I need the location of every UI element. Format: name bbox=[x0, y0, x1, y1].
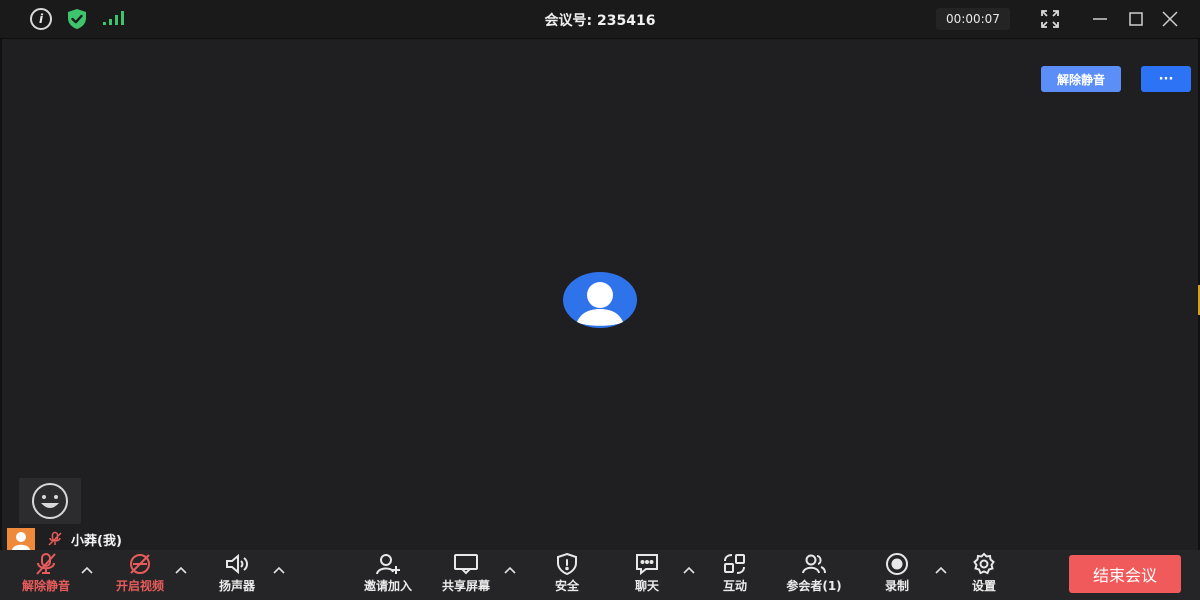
video-off-icon bbox=[130, 554, 150, 574]
fullscreen-icon[interactable] bbox=[1040, 9, 1060, 29]
more-options-button[interactable]: ··· bbox=[1141, 66, 1191, 92]
title-bar: i 会议号: 235416 00:00:07 bbox=[0, 0, 1200, 39]
participant-avatar-icon bbox=[563, 272, 637, 328]
security-icon bbox=[557, 552, 577, 576]
record-options-caret-icon[interactable] bbox=[934, 564, 948, 578]
interact-button[interactable]: 互动 bbox=[700, 552, 770, 598]
participants-label: 参会者(1) bbox=[786, 579, 842, 593]
mic-off-icon bbox=[36, 553, 56, 575]
mic-muted-icon bbox=[48, 531, 62, 546]
close-icon[interactable] bbox=[1160, 9, 1180, 29]
reaction-button[interactable] bbox=[19, 478, 81, 524]
speaker-icon bbox=[226, 553, 248, 575]
security-label: 安全 bbox=[554, 579, 579, 593]
unmute-button[interactable]: 解除静音 bbox=[11, 552, 81, 598]
minimize-icon[interactable] bbox=[1090, 9, 1110, 29]
record-button[interactable]: 录制 bbox=[862, 552, 932, 598]
chat-icon bbox=[636, 554, 658, 576]
meeting-timer: 00:00:07 bbox=[936, 8, 1010, 30]
share-screen-label: 共享屏幕 bbox=[441, 579, 490, 593]
audio-options-caret-icon[interactable] bbox=[80, 564, 94, 578]
self-avatar bbox=[7, 528, 35, 550]
share-screen-icon bbox=[454, 554, 478, 575]
invite-label: 邀请加入 bbox=[363, 579, 412, 593]
share-options-caret-icon[interactable] bbox=[503, 564, 517, 578]
unmute-request-button[interactable]: 解除静音 bbox=[1041, 66, 1121, 92]
self-participant-row: 小莽(我) bbox=[7, 528, 122, 550]
video-options-caret-icon[interactable] bbox=[174, 564, 188, 578]
invite-button[interactable]: 邀请加入 bbox=[353, 552, 423, 598]
security-button[interactable]: 安全 bbox=[532, 552, 602, 598]
speaker-button[interactable]: 扬声器 bbox=[202, 552, 272, 598]
speaker-label: 扬声器 bbox=[218, 579, 255, 593]
start-video-label: 开启视频 bbox=[115, 579, 164, 593]
interact-icon bbox=[724, 554, 745, 574]
user-icon bbox=[12, 532, 30, 550]
end-meeting-button[interactable]: 结束会议 bbox=[1069, 555, 1181, 593]
smiley-icon bbox=[32, 483, 68, 519]
bottom-toolbar: 解除静音 开启视频 扬声器 邀请加入 共享屏幕 安全 聊天 互动 参会者(1) … bbox=[0, 550, 1200, 600]
chat-options-caret-icon[interactable] bbox=[682, 564, 696, 578]
meeting-id: 会议号: 235416 bbox=[544, 13, 656, 29]
start-video-button[interactable]: 开启视频 bbox=[105, 552, 175, 598]
maximize-icon[interactable] bbox=[1126, 9, 1146, 29]
settings-label: 设置 bbox=[971, 579, 996, 593]
self-name: 小莽(我) bbox=[71, 533, 122, 549]
settings-button[interactable]: 设置 bbox=[949, 552, 1019, 598]
invite-icon bbox=[376, 554, 400, 575]
share-screen-button[interactable]: 共享屏幕 bbox=[431, 552, 501, 598]
record-label: 录制 bbox=[884, 579, 909, 593]
participants-icon bbox=[802, 554, 826, 574]
settings-icon bbox=[973, 552, 995, 575]
speaker-options-caret-icon[interactable] bbox=[272, 564, 286, 578]
record-icon bbox=[886, 553, 908, 575]
interact-label: 互动 bbox=[722, 579, 747, 593]
unmute-label: 解除静音 bbox=[21, 579, 70, 593]
chat-button[interactable]: 聊天 bbox=[612, 552, 682, 598]
chat-label: 聊天 bbox=[634, 579, 659, 593]
participants-button[interactable]: 参会者(1) bbox=[779, 552, 849, 598]
